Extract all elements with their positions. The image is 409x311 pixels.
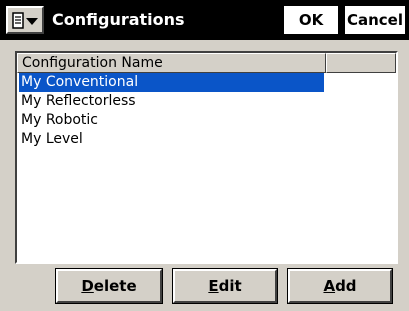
delete-accel: D (81, 277, 94, 295)
cancel-button[interactable]: Cancel (343, 4, 407, 36)
window-title: Configurations (52, 10, 185, 29)
title-bar: Configurations OK Cancel (0, 0, 409, 40)
list-header: Configuration Name (17, 53, 396, 73)
list-item[interactable]: My Reflectorless (19, 92, 324, 111)
dialog-body: Configuration Name My Conventional My Re… (0, 40, 409, 311)
list-item[interactable]: My Level (19, 130, 324, 149)
edit-button[interactable]: Edit (172, 268, 278, 304)
edit-label-rest: dit (218, 277, 242, 295)
edit-accel: E (208, 277, 219, 295)
ok-button[interactable]: OK (282, 4, 340, 36)
list-rows: My Conventional My Reflectorless My Robo… (19, 73, 396, 149)
column-header-configuration-name[interactable]: Configuration Name (17, 53, 326, 73)
configurations-list[interactable]: Configuration Name My Conventional My Re… (15, 51, 398, 264)
menu-dropdown-icon[interactable] (6, 6, 44, 34)
delete-label-rest: elete (93, 277, 137, 295)
list-item[interactable]: My Robotic (19, 111, 324, 130)
list-item[interactable]: My Conventional (19, 73, 324, 92)
delete-button[interactable]: Delete (55, 268, 163, 304)
add-accel: A (323, 277, 336, 295)
add-button[interactable]: Add (287, 268, 393, 304)
add-label-rest: dd (335, 277, 357, 295)
column-header-empty[interactable] (326, 53, 396, 73)
